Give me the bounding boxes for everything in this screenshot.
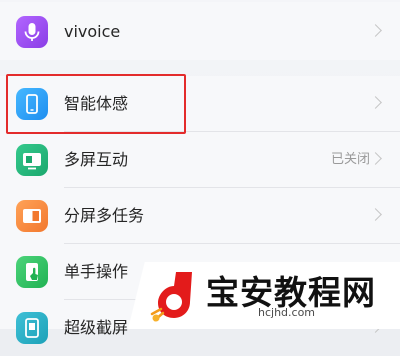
multiscreen-icon — [16, 144, 48, 176]
microphone-icon — [16, 16, 48, 48]
screenshot-icon — [16, 312, 48, 344]
settings-item-label: 超级截屏 — [64, 318, 129, 337]
chevron-right-icon — [369, 96, 382, 109]
chevron-right-icon — [369, 152, 382, 165]
watermark-logo-icon — [150, 268, 200, 322]
chevron-right-icon — [369, 24, 382, 37]
watermark-url: hcjhd.com — [258, 306, 316, 319]
settings-screen: vivoice 智能体感 多屏互动 已关闭 分屏多任务 单手操作 超级截屏 宝安… — [0, 0, 400, 344]
highlight-box — [6, 74, 186, 134]
settings-item-label: 多屏互动 — [64, 150, 129, 169]
settings-item-label: 分屏多任务 — [64, 206, 145, 225]
settings-item-label: 单手操作 — [64, 262, 129, 281]
settings-item-split-screen[interactable]: 分屏多任务 — [0, 188, 400, 244]
settings-item-label: vivoice — [64, 22, 121, 41]
chevron-right-icon — [369, 208, 382, 221]
settings-item-vivoice[interactable]: vivoice — [0, 4, 400, 60]
status-text: 已关闭 — [330, 152, 370, 167]
settings-item-multiscreen[interactable]: 多屏互动 已关闭 — [0, 132, 400, 188]
split-screen-icon — [16, 200, 48, 232]
one-hand-icon — [16, 256, 48, 288]
settings-group-voice: vivoice — [0, 2, 400, 60]
